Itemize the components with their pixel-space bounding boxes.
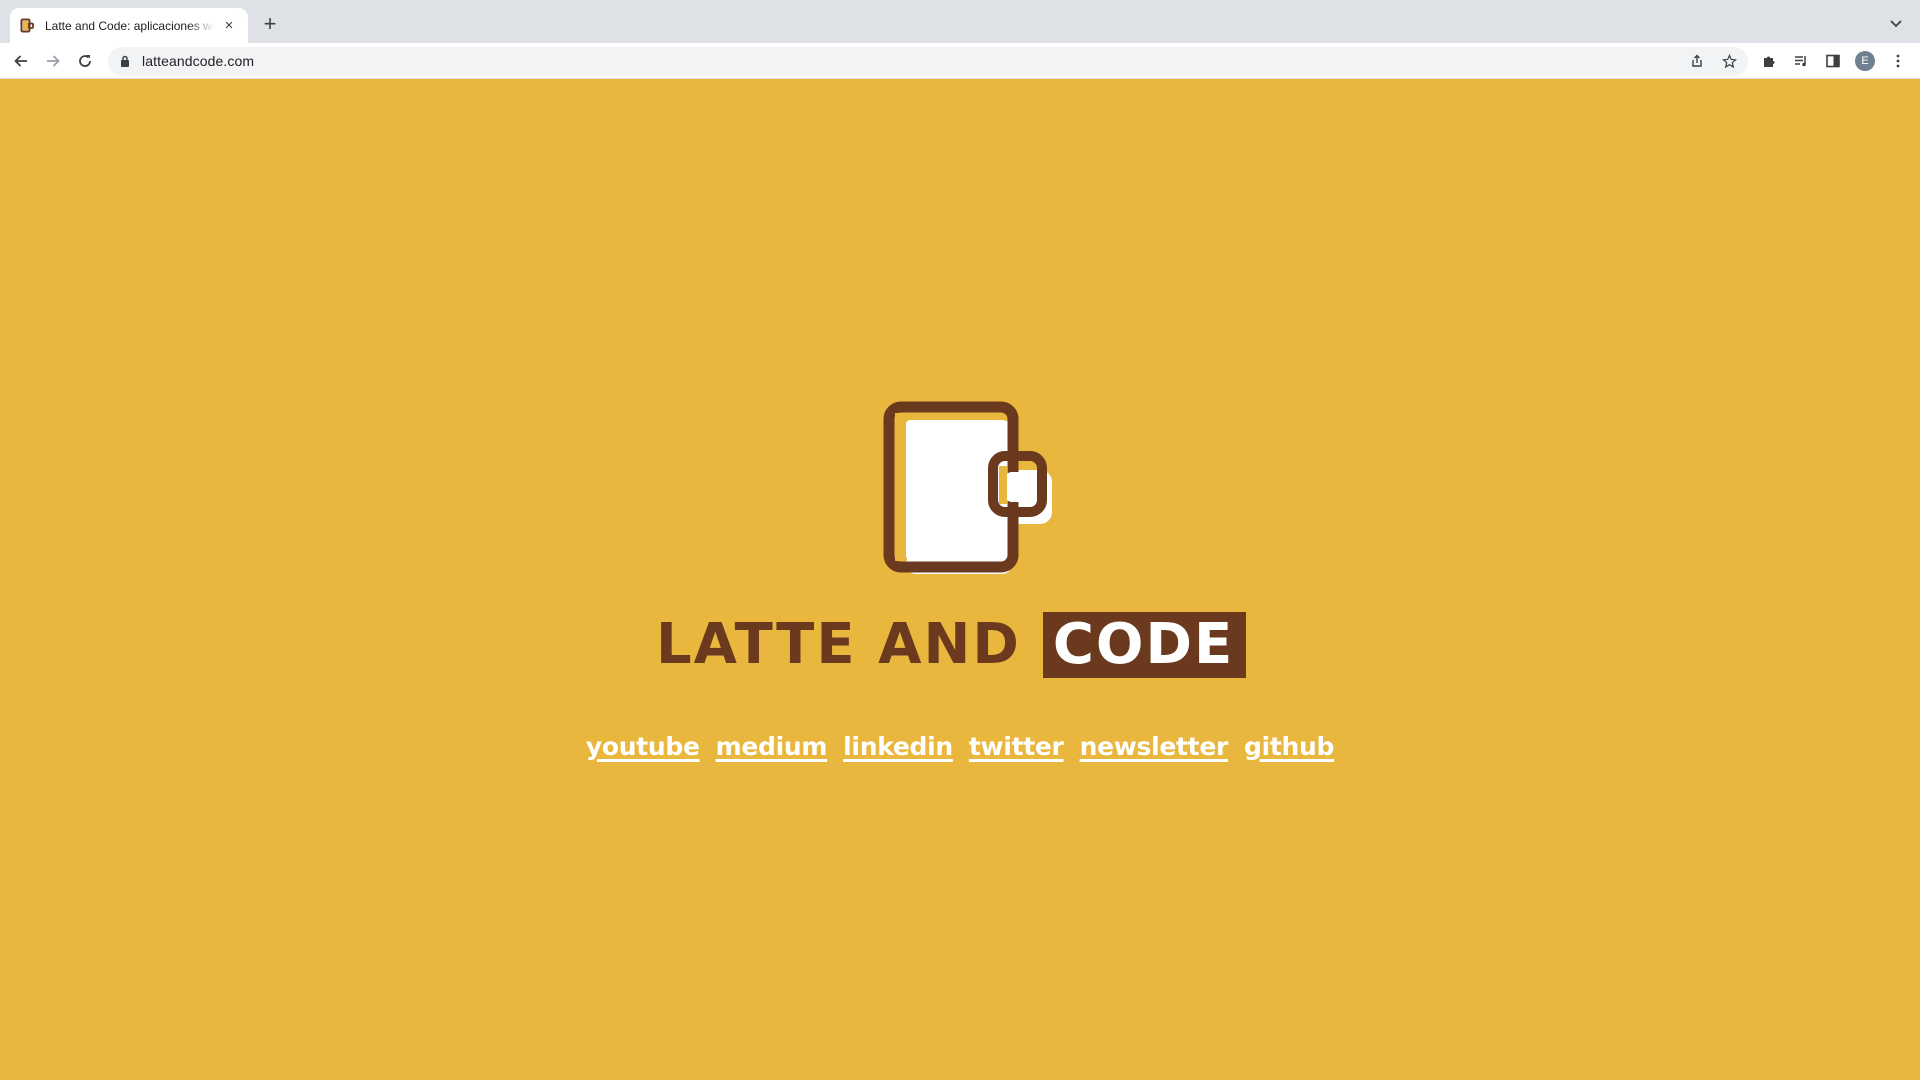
browser-tab[interactable]: Latte and Code: aplicaciones web ×	[10, 8, 248, 43]
page-content: LATTE AND CODE youtube medium linkedin t…	[0, 80, 1920, 1080]
tab-strip: Latte and Code: aplicaciones web × +	[0, 0, 1920, 43]
url-text[interactable]: latteandcode.com	[142, 53, 254, 69]
extensions-icon	[1764, 56, 1775, 67]
tab-close-icon[interactable]: ×	[220, 17, 238, 35]
reload-button[interactable]	[73, 49, 97, 73]
brand-wordmark: LATTE AND CODE	[656, 610, 1247, 680]
twitter-link[interactable]: twitter	[969, 732, 1064, 761]
medium-link[interactable]: medium	[716, 732, 828, 761]
star-icon[interactable]	[1720, 52, 1738, 70]
side-panel-button[interactable]	[1821, 49, 1845, 73]
back-icon	[14, 55, 27, 67]
new-tab-button[interactable]: +	[258, 12, 282, 36]
extensions-button[interactable]	[1757, 49, 1781, 73]
github-link[interactable]: github	[1244, 732, 1334, 761]
brand-word-code: CODE	[1042, 612, 1247, 678]
address-bar[interactable]: latteandcode.com	[108, 47, 1748, 76]
back-button[interactable]	[9, 49, 33, 73]
social-links: youtube medium linkedin twitter newslett…	[0, 732, 1920, 761]
lock-icon	[121, 55, 129, 67]
forward-icon	[47, 55, 60, 67]
side-panel-icon	[1826, 54, 1840, 68]
browser-toolbar: latteandcode.com E	[0, 43, 1920, 79]
tab-title: Latte and Code: aplicaciones web	[45, 18, 214, 33]
tab-search-icon[interactable]	[1888, 15, 1904, 31]
linkedin-link[interactable]: linkedin	[843, 732, 953, 761]
menu-icon	[1896, 54, 1900, 68]
youtube-link[interactable]: youtube	[586, 732, 700, 761]
latte-and-code-favicon-icon	[20, 18, 34, 32]
latte-and-code-logo-icon	[883, 401, 1052, 574]
newsletter-link[interactable]: newsletter	[1080, 732, 1229, 761]
menu-button[interactable]	[1886, 49, 1910, 73]
media-button[interactable]	[1789, 49, 1813, 73]
reload-icon	[79, 55, 91, 67]
share-icon[interactable]	[1688, 52, 1706, 70]
profile-avatar[interactable]: E	[1855, 51, 1875, 71]
forward-button[interactable]	[41, 49, 65, 73]
media-icon	[1795, 56, 1806, 67]
brand-word-latte-and: LATTE AND	[656, 612, 1021, 677]
